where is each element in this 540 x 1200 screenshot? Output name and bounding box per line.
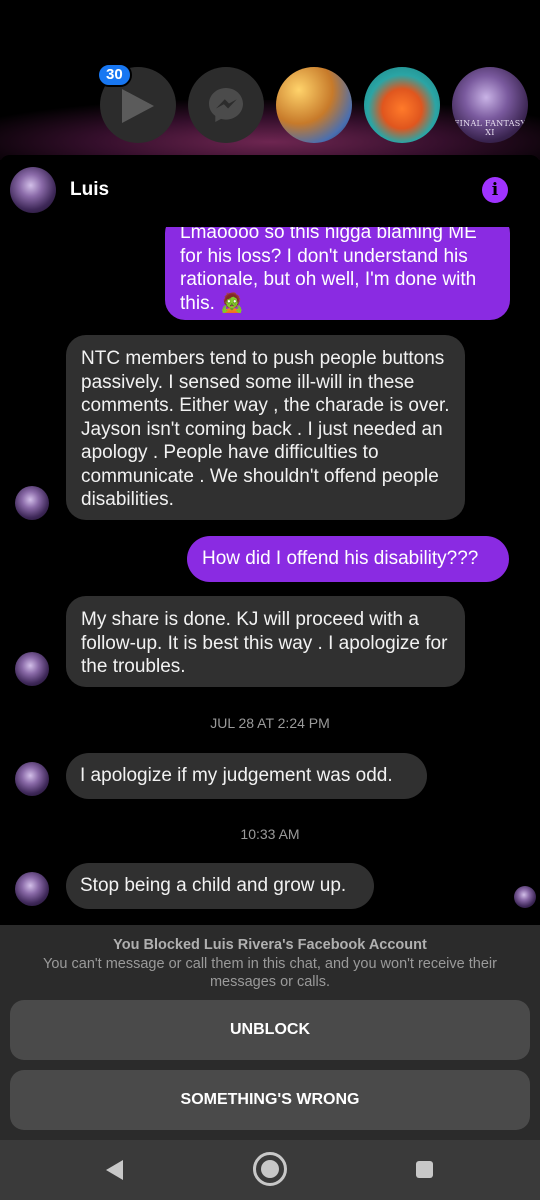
game-chat-head[interactable] [276, 67, 352, 143]
sender-avatar [15, 652, 49, 686]
message-bubble-incoming[interactable]: My share is done. KJ will proceed with a… [66, 596, 465, 687]
chat-panel: Luis i Lmaoooo so this nigga blaming ME … [0, 155, 540, 925]
messenger-icon [209, 88, 243, 122]
info-icon[interactable]: i [482, 177, 508, 203]
message-bubble-incoming[interactable]: NTC members tend to push people buttons … [66, 335, 465, 520]
contact-avatar[interactable] [10, 167, 56, 213]
recents-icon[interactable] [416, 1161, 433, 1178]
navigation-bar [0, 1140, 540, 1200]
unblock-button[interactable]: UNBLOCK [10, 1000, 530, 1060]
chat-heads-bar: 30 FINAL FANTASY XI [0, 0, 540, 160]
contact-name[interactable]: Luis [70, 179, 109, 201]
sender-avatar [15, 762, 49, 796]
blocked-subtitle: You can't message or call them in this c… [43, 956, 497, 990]
final-fantasy-chat-head[interactable]: FINAL FANTASY XI [452, 67, 528, 143]
timestamp: 10:33 AM [240, 826, 300, 842]
seen-avatar [514, 886, 536, 908]
message-bubble-incoming[interactable]: I apologize if my judgement was odd. [66, 753, 427, 799]
timestamp: JUL 28 AT 2:24 PM [210, 715, 330, 731]
play-icon [122, 89, 154, 123]
blocked-title: You Blocked Luis Rivera's Facebook Accou… [113, 937, 427, 953]
message-bubble-outgoing[interactable]: How did I offend his disability??? [187, 536, 509, 582]
sender-avatar [15, 486, 49, 520]
home-icon[interactable] [253, 1152, 287, 1186]
back-icon[interactable] [106, 1160, 123, 1180]
somethings-wrong-button[interactable]: SOMETHING'S WRONG [10, 1070, 530, 1130]
message-bubble-incoming[interactable]: Stop being a child and grow up. [66, 863, 374, 909]
message-bubble-outgoing[interactable]: Lmaoooo so this nigga blaming ME for his… [165, 213, 510, 320]
chat-header: Luis i [0, 155, 540, 227]
messenger-chat-head[interactable] [188, 67, 264, 143]
ff-logo-text: FINAL FANTASY XI [453, 119, 527, 137]
monster-chat-head[interactable] [364, 67, 440, 143]
unread-badge: 30 [97, 63, 132, 87]
blocked-notice: You Blocked Luis Rivera's Facebook Accou… [0, 925, 540, 1140]
sender-avatar [15, 872, 49, 906]
